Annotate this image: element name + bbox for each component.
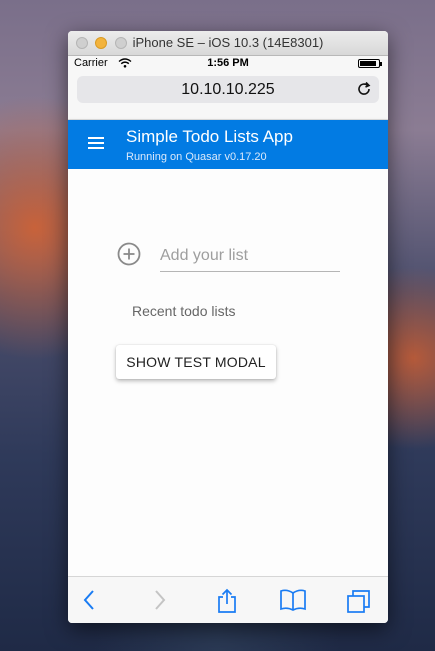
reload-icon[interactable] [356, 81, 372, 101]
share-icon[interactable] [215, 588, 239, 618]
back-icon[interactable] [82, 588, 98, 616]
url-text: 10.10.10.225 [181, 81, 275, 98]
add-list-input[interactable] [160, 241, 340, 272]
add-list-row [116, 241, 342, 272]
bookmarks-icon[interactable] [279, 588, 307, 616]
app-subtitle: Running on Quasar v0.17.20 [126, 151, 267, 163]
address-bar[interactable]: 10.10.10.225 [77, 76, 379, 103]
app-header: Simple Todo Lists App Running on Quasar … [68, 120, 388, 170]
battery-icon [358, 59, 382, 68]
browser-address-area: 10.10.10.225 [68, 72, 388, 120]
add-circle-icon[interactable] [116, 241, 142, 271]
safari-toolbar [68, 576, 388, 623]
ios-status-bar: Carrier 1:56 PM [68, 56, 388, 72]
recent-lists-label: Recent todo lists [132, 303, 236, 319]
simulator-window: iPhone SE – iOS 10.3 (14E8301) Carrier 1… [68, 31, 388, 623]
window-title: iPhone SE – iOS 10.3 (14E8301) [132, 35, 324, 50]
forward-icon[interactable] [151, 588, 167, 616]
show-test-modal-button[interactable]: SHOW TEST MODAL [116, 345, 276, 379]
window-titlebar: iPhone SE – iOS 10.3 (14E8301) [68, 31, 388, 56]
menu-icon[interactable] [88, 137, 104, 151]
page-content: Recent todo lists SHOW TEST MODAL [68, 169, 388, 577]
tabs-icon[interactable] [346, 588, 372, 618]
app-title: Simple Todo Lists App [126, 127, 293, 146]
status-time: 1:56 PM [207, 57, 249, 69]
battery-fill [360, 61, 376, 66]
